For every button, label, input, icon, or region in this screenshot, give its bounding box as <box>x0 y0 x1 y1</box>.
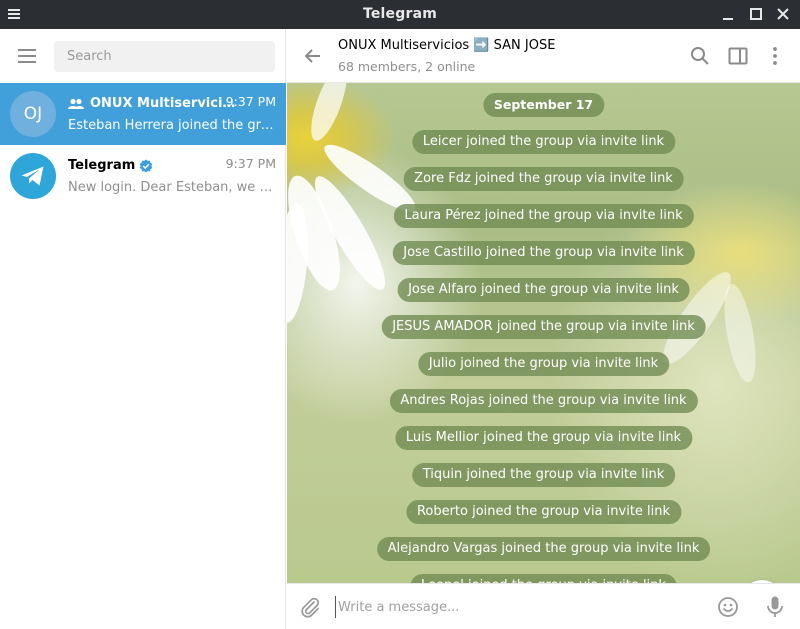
chat-main-area: ONUX Multiservicios ➡️ SAN JOSE 68 membe… <box>287 29 800 629</box>
service-message: Alejandro Vargas joined the group via in… <box>376 537 711 561</box>
chat-members-status: 68 members, 2 online <box>338 59 476 74</box>
chat-name: Telegram <box>68 158 136 173</box>
chat-header: ONUX Multiservicios ➡️ SAN JOSE 68 membe… <box>287 29 800 83</box>
chat-name-row: ONUX Multiservicios ➡️ SAN JOSE 9:37 PM <box>68 93 276 111</box>
chat-list-sidebar: OJ ONUX Multiservicios ➡️ SAN JOSE 9:37 … <box>0 29 286 629</box>
telegram-avatar <box>10 153 56 199</box>
sidebar-header <box>0 29 286 83</box>
window-titlebar: Telegram <box>0 0 800 29</box>
chat-name-row: Telegram 9:37 PM <box>68 155 276 173</box>
message-input[interactable] <box>335 596 705 618</box>
emoji-icon[interactable] <box>717 596 739 618</box>
back-arrow-icon[interactable] <box>303 46 323 66</box>
microphone-icon[interactable] <box>764 595 786 619</box>
avatar-initials: OJ <box>23 104 43 124</box>
chat-preview: Esteban Herrera joined the group via inv… <box>68 118 276 133</box>
chat-name: ONUX Multiservicios ➡️ SAN JOSE <box>90 96 240 111</box>
date-label: September 17 <box>482 93 605 117</box>
search-input[interactable] <box>54 41 275 72</box>
service-message: Andres Rojas joined the group via invite… <box>389 389 698 413</box>
background-daisy-petal <box>718 281 762 385</box>
service-message: Leicer joined the group via invite link <box>411 130 676 154</box>
service-message: Leonel joined the group via invite link <box>410 574 677 583</box>
chat-preview: New login. Dear Esteban, we detected a l… <box>68 180 276 195</box>
service-message: Jose Alfaro joined the group via invite … <box>397 278 690 302</box>
maximize-icon[interactable] <box>749 7 763 21</box>
service-message: Julio joined the group via invite link <box>417 352 670 376</box>
telegram-logo-icon <box>21 166 44 186</box>
minimize-icon[interactable] <box>721 7 735 21</box>
sidebar-toggle-icon[interactable] <box>727 45 749 67</box>
chat-title[interactable]: ONUX Multiservicios ➡️ SAN JOSE <box>338 38 555 53</box>
message-composer <box>287 583 800 629</box>
background-daisy-petal <box>304 83 354 145</box>
more-options-icon[interactable] <box>764 45 786 67</box>
service-message: Roberto joined the group via invite link <box>405 500 682 524</box>
chat-time: 9:37 PM <box>225 156 276 171</box>
avatar: OJ <box>10 91 56 137</box>
service-message: Jose Castillo joined the group via invit… <box>392 241 695 265</box>
attach-icon[interactable] <box>299 596 321 618</box>
message-history[interactable]: September 17 Leicer joined the group via… <box>287 83 800 583</box>
search-icon[interactable] <box>689 45 711 67</box>
service-message: Tiquin joined the group via invite link <box>411 463 676 487</box>
main-menu-button[interactable] <box>18 49 36 63</box>
service-message: Laura Pérez joined the group via invite … <box>393 204 694 228</box>
verified-icon <box>139 159 153 172</box>
chat-list-item-onux[interactable]: OJ ONUX Multiservicios ➡️ SAN JOSE 9:37 … <box>0 83 286 145</box>
group-icon <box>68 98 84 109</box>
chat-time: 9:37 PM <box>225 94 276 109</box>
window-title: Telegram <box>362 6 438 22</box>
chat-list-item-telegram[interactable]: Telegram 9:37 PM New login. Dear Esteban… <box>0 145 286 207</box>
service-message: Luis Mellior joined the group via invite… <box>394 426 693 450</box>
close-icon[interactable] <box>776 7 790 21</box>
service-message: Zore Fdz joined the group via invite lin… <box>403 167 684 191</box>
service-message: JESUS AMADOR joined the group via invite… <box>381 315 706 339</box>
